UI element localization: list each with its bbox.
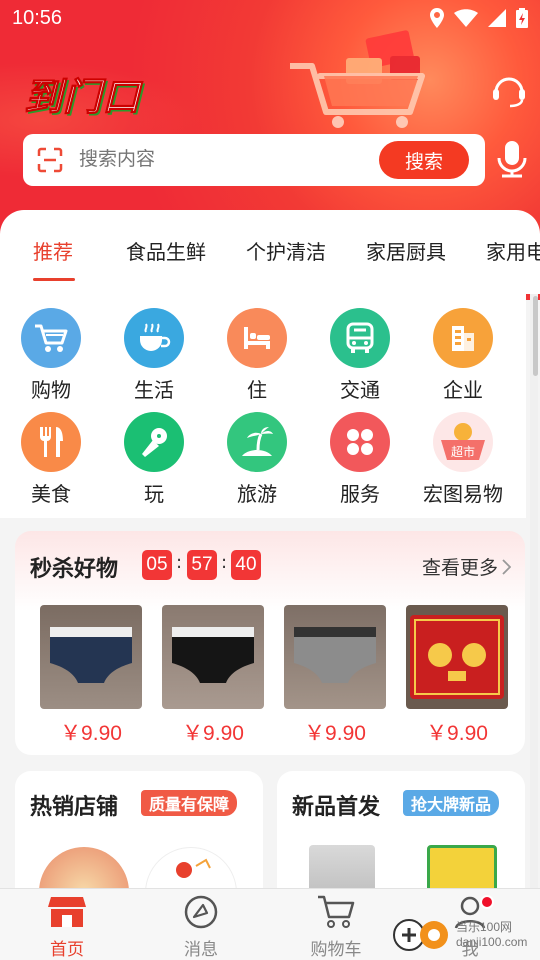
category-grid: 购物 生活 住 交通 企业 美食 玩 旅游 服务 超市 宏图易物	[0, 294, 526, 518]
product-image-black-briefs	[162, 605, 264, 709]
category-food[interactable]: 美食	[1, 412, 101, 507]
bus-icon	[330, 308, 390, 368]
category-hongtu-barter[interactable]: 超市 宏图易物	[413, 412, 513, 507]
category-transport[interactable]: 交通	[310, 308, 410, 403]
supermarket-badge-text: 超市	[451, 444, 475, 459]
tab-fresh-food[interactable]: 食品生鲜	[126, 236, 206, 265]
cart-icon	[21, 308, 81, 368]
flash-sale-title: 秒杀好物	[30, 557, 119, 582]
product-image-red-door-mat	[406, 605, 508, 709]
tab-appliances[interactable]: 家用电	[486, 236, 540, 265]
category-label: 生活	[134, 378, 174, 402]
nav-label: 购物车	[310, 940, 362, 960]
category-shopping[interactable]: 购物	[1, 308, 101, 403]
signal-icon	[488, 9, 506, 27]
category-label: 玩	[144, 482, 164, 506]
tab-home-kitchen[interactable]: 家居厨具	[366, 236, 446, 265]
quality-badge: 质量有保障	[141, 790, 238, 816]
search-bar[interactable]: 搜索	[23, 134, 485, 186]
brand-new-badge: 抢大牌新品	[403, 790, 500, 816]
product-image-navy-briefs	[40, 605, 142, 709]
search-input[interactable]	[79, 148, 379, 170]
category-label: 企业	[443, 378, 483, 402]
product-price: ￥9.90	[426, 722, 488, 745]
microphone-icon	[124, 412, 184, 472]
hot-stores-title: 热销店铺	[30, 795, 119, 820]
nav-home[interactable]: 首页	[27, 895, 107, 960]
category-label: 服务	[340, 482, 380, 506]
nav-messages[interactable]: 消息	[161, 895, 241, 960]
watermark-line1: 当乐100网	[456, 920, 513, 934]
wifi-icon	[454, 9, 478, 27]
category-enterprise[interactable]: 企业	[413, 308, 513, 403]
category-label: 住	[247, 378, 267, 402]
product-card[interactable]: ￥9.90	[284, 605, 386, 747]
building-icon	[433, 308, 493, 368]
category-play[interactable]: 玩	[104, 412, 204, 507]
chevron-right-icon	[502, 558, 511, 575]
status-bar: 10:56	[0, 0, 540, 36]
nav-cart[interactable]: 购物车	[296, 895, 376, 960]
product-image-grey-briefs	[284, 605, 386, 709]
app-logo: 到门口	[23, 73, 142, 119]
product-price: ￥9.90	[182, 722, 244, 745]
customer-service-icon[interactable]	[490, 72, 528, 108]
battery-icon	[516, 8, 528, 28]
category-stay[interactable]: 住	[207, 308, 307, 403]
search-button[interactable]: 搜索	[379, 141, 469, 179]
view-more-label: 查看更多	[421, 557, 498, 579]
microphone-icon[interactable]	[496, 140, 528, 178]
category-label: 购物	[31, 378, 71, 402]
view-more-link[interactable]: 查看更多	[422, 553, 511, 580]
category-life[interactable]: 生活	[104, 308, 204, 403]
product-price: ￥9.90	[60, 722, 122, 745]
tab-personal-care[interactable]: 个护清洁	[246, 236, 326, 265]
new-products-title: 新品首发	[292, 795, 381, 820]
category-label: 交通	[340, 378, 380, 402]
category-label: 宏图易物	[423, 482, 503, 506]
nav-label: 首页	[50, 940, 84, 960]
flash-sale-section: 秒杀好物 05 : 57 : 40 查看更多 ￥9.90 ￥9.90 ￥9.90…	[15, 531, 525, 755]
countdown-separator: :	[176, 552, 183, 573]
storefront-icon	[48, 897, 86, 927]
watermark-logo-icon	[393, 919, 448, 951]
message-bubble-icon	[184, 895, 218, 929]
site-watermark: 当乐100网 danji100.com	[392, 918, 527, 952]
nav-label: 消息	[184, 940, 218, 960]
countdown-minutes: 57	[187, 550, 217, 580]
cart-icon	[318, 895, 355, 928]
product-card[interactable]: ￥9.90	[162, 605, 264, 747]
category-label: 旅游	[237, 482, 277, 506]
shopping-cart-illustration	[290, 30, 425, 128]
bed-icon	[227, 308, 287, 368]
notification-dot	[480, 895, 494, 909]
scrollbar-thumb[interactable]	[533, 296, 538, 376]
category-travel[interactable]: 旅游	[207, 412, 307, 507]
product-card[interactable]: ￥9.90	[406, 605, 508, 747]
tab-recommend[interactable]: 推荐	[33, 236, 73, 265]
countdown-hours: 05	[142, 550, 172, 580]
watermark-line2: danji100.com	[456, 935, 528, 949]
product-price: ￥9.90	[304, 722, 366, 745]
active-tab-indicator	[33, 278, 75, 281]
category-label: 美食	[31, 482, 71, 506]
cup-icon	[124, 308, 184, 368]
location-icon	[430, 8, 444, 28]
supermarket-basket-icon: 超市	[433, 412, 493, 472]
category-tabs: 推荐 食品生鲜 个护清洁 家居厨具 家用电	[0, 210, 540, 294]
palm-island-icon	[227, 412, 287, 472]
countdown-separator: :	[221, 552, 228, 573]
status-time: 10:56	[12, 7, 63, 29]
scrollbar-track[interactable]	[530, 294, 538, 888]
product-card[interactable]: ￥9.90	[40, 605, 142, 747]
countdown-seconds: 40	[231, 550, 261, 580]
clover-grid-icon	[330, 412, 390, 472]
category-service[interactable]: 服务	[310, 412, 410, 507]
utensils-icon	[21, 412, 81, 472]
scan-icon[interactable]	[37, 147, 63, 173]
